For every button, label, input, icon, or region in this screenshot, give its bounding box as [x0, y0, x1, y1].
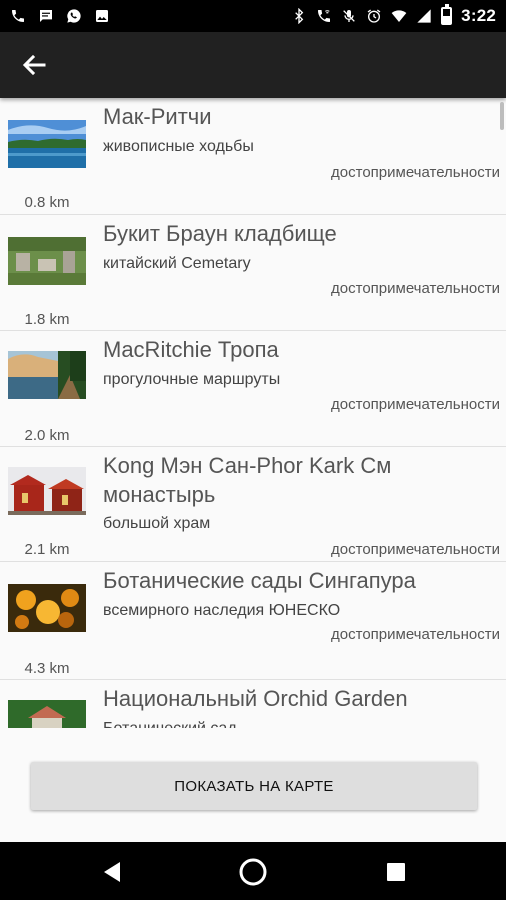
- place-subtitle: китайский Cemetary: [103, 255, 251, 272]
- nav-home-button[interactable]: [233, 852, 273, 892]
- place-title: Мак-Ритчи: [103, 104, 212, 129]
- place-distance: 0.8 km: [24, 194, 70, 211]
- place-thumbnail: [8, 351, 86, 399]
- mute-icon: [343, 10, 355, 22]
- orchid-garden-photo: [8, 700, 86, 728]
- list-item-place-4[interactable]: Kong Мэн Сан-Phor Kark См монастырь боль…: [0, 447, 506, 562]
- place-distance: 1.8 km: [24, 311, 70, 328]
- battery-level: [443, 16, 451, 23]
- list-item-place-5[interactable]: Ботанические сады Сингапура всемирного н…: [0, 562, 506, 680]
- list-scrollbar[interactable]: [500, 102, 504, 130]
- alarm-icon: [367, 9, 381, 23]
- place-category: достопримечательности: [331, 626, 500, 643]
- show-on-map-button[interactable]: ПОКАЗАТЬ НА КАРТЕ: [31, 762, 477, 810]
- place-thumbnail: [8, 700, 86, 728]
- back-button[interactable]: [18, 49, 52, 81]
- monastery-photo: [8, 467, 86, 515]
- place-subtitle: всемирного наследия ЮНЕСКО: [103, 602, 341, 619]
- status-bar: 3:22: [0, 0, 506, 32]
- place-title: MacRitchie Тропа: [103, 337, 279, 362]
- reservoir-photo: [8, 120, 86, 168]
- list-item-place-2[interactable]: Букит Браун кладбище китайский Cemetary …: [0, 215, 506, 331]
- place-subtitle: живописные ходьбы: [103, 138, 254, 155]
- place-distance: 4.3 km: [24, 660, 70, 677]
- place-subtitle: Ботанический сад: [103, 720, 237, 728]
- place-category: достопримечательности: [331, 541, 500, 558]
- back-triangle-icon: [104, 862, 120, 882]
- wifi-calling-icon: [318, 10, 331, 22]
- image-icon: [96, 10, 108, 22]
- notification-icons: [0, 8, 110, 24]
- phone-icon: [12, 10, 24, 22]
- list-item-place-6[interactable]: Национальный Orchid Garden Ботанический …: [0, 680, 506, 728]
- place-category: достопримечательности: [331, 396, 500, 413]
- place-subtitle: большой храм: [103, 515, 211, 532]
- places-list[interactable]: Мак-Ритчи живописные ходьбы достопримеча…: [0, 98, 506, 728]
- app-bar: [0, 32, 506, 98]
- place-category: достопримечательности: [331, 164, 500, 181]
- place-title: Ботанические сады Сингапура: [103, 568, 416, 593]
- system-navigation-bar: [0, 842, 506, 900]
- clock: 3:22: [461, 6, 496, 25]
- place-thumbnail: [8, 237, 86, 285]
- place-title: Национальный Orchid Garden: [103, 686, 408, 711]
- botanic-flowers-photo: [8, 584, 86, 632]
- list-item-place-1[interactable]: Мак-Ритчи живописные ходьбы достопримеча…: [0, 98, 506, 215]
- arrow-left-icon: [22, 54, 46, 76]
- place-title: Kong Мэн Сан-Phor Kark См монастырь: [103, 453, 392, 507]
- place-thumbnail: [8, 120, 86, 168]
- place-distance: 2.1 km: [24, 541, 70, 558]
- bottom-action-area: ПОКАЗАТЬ НА КАРТЕ: [0, 728, 506, 842]
- wifi-icon: [391, 10, 407, 22]
- cemetery-photo: [8, 237, 86, 285]
- signal-icon: [417, 9, 431, 23]
- place-title: Букит Браун кладбище: [103, 221, 337, 246]
- place-distance: 2.0 km: [24, 427, 70, 444]
- place-category: достопримечательности: [331, 280, 500, 297]
- nav-back-button[interactable]: [92, 852, 132, 892]
- home-circle-icon: [239, 858, 267, 886]
- place-thumbnail: [8, 584, 86, 632]
- system-icons: 3:22: [291, 4, 506, 26]
- whatsapp-icon: [67, 9, 81, 23]
- list-item-place-3[interactable]: MacRitchie Тропа прогулочные маршруты до…: [0, 331, 506, 447]
- bluetooth-icon: [295, 8, 304, 24]
- message-icon: [40, 10, 52, 22]
- nav-recents-button[interactable]: [376, 852, 416, 892]
- place-subtitle: прогулочные маршруты: [103, 371, 281, 388]
- trail-photo: [8, 351, 86, 399]
- battery-icon: [441, 4, 453, 25]
- place-thumbnail: [8, 467, 86, 515]
- recents-square-icon: [387, 863, 405, 881]
